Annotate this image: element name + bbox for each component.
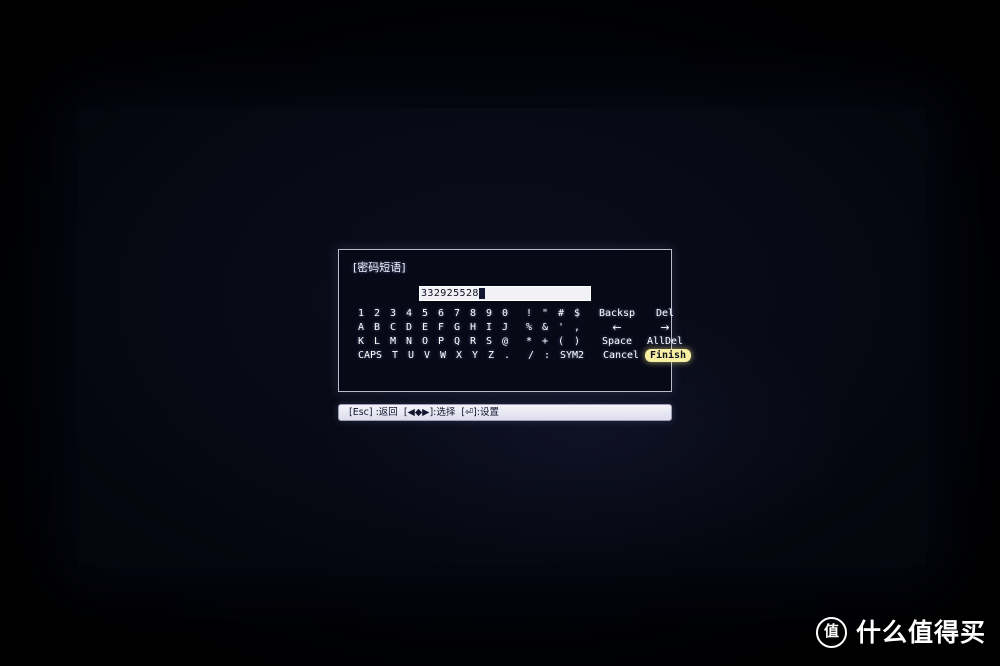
keyboard-row: 1 2 3 4 5 6 7 8 9 0 ! " # $ Backsp Del [353, 307, 674, 320]
key-m[interactable]: M [385, 335, 401, 348]
key-comma[interactable]: , [569, 321, 585, 334]
key-x[interactable]: X [451, 349, 467, 362]
key-dollar[interactable]: $ [569, 307, 585, 320]
passphrase-input[interactable]: 332925528 [419, 286, 591, 301]
key-d[interactable]: D [401, 321, 417, 334]
key-f[interactable]: F [433, 321, 449, 334]
key-1[interactable]: 1 [353, 307, 369, 320]
key-slash[interactable]: / [523, 349, 539, 362]
text-cursor [478, 288, 485, 299]
key-sym2[interactable]: SYM2 [555, 349, 589, 362]
status-bar: [Esc] :返回 [◀◆▶]:选择 [⏎]:设置 [338, 404, 672, 421]
key-9[interactable]: 9 [481, 307, 497, 320]
key-plus[interactable]: + [537, 335, 553, 348]
key-n[interactable]: N [401, 335, 417, 348]
key-q[interactable]: Q [449, 335, 465, 348]
key-paren-open[interactable]: ( [553, 335, 569, 348]
key-t[interactable]: T [387, 349, 403, 362]
key-exclamation[interactable]: ! [521, 307, 537, 320]
key-apostrophe[interactable]: ' [553, 321, 569, 334]
key-j[interactable]: J [497, 321, 513, 334]
key-i[interactable]: I [481, 321, 497, 334]
key-z[interactable]: Z [483, 349, 499, 362]
status-bar-text: [Esc] :返回 [◀◆▶]:选择 [⏎]:设置 [349, 407, 499, 418]
key-k[interactable]: K [353, 335, 369, 348]
key-p[interactable]: P [433, 335, 449, 348]
key-7[interactable]: 7 [449, 307, 465, 320]
key-ampersand[interactable]: & [537, 321, 553, 334]
key-period[interactable]: . [499, 349, 515, 362]
key-caps[interactable]: CAPS [353, 349, 387, 362]
keyboard-row: A B C D E F G H I J % & ' , ← → [353, 321, 670, 334]
key-doublequote[interactable]: " [537, 307, 553, 320]
key-colon[interactable]: : [539, 349, 555, 362]
key-percent[interactable]: % [521, 321, 537, 334]
key-arrow-left[interactable]: ← [593, 321, 641, 334]
finish-button[interactable]: Finish [645, 349, 691, 362]
key-e[interactable]: E [417, 321, 433, 334]
key-0[interactable]: 0 [497, 307, 513, 320]
key-y[interactable]: Y [467, 349, 483, 362]
keyboard-row: K L M N O P Q R S @ * + ( ) Space AllDel [353, 335, 683, 348]
key-s[interactable]: S [481, 335, 497, 348]
key-arrow-right[interactable]: → [641, 321, 689, 334]
keyboard-row: CAPS T U V W X Y Z . / : SYM2 Cancel Fin… [353, 349, 691, 362]
key-l[interactable]: L [369, 335, 385, 348]
watermark-text: 什么值得买 [855, 617, 986, 647]
passphrase-dialog: [密码短语] 332925528 1 2 3 4 5 6 7 8 9 0 ! "… [338, 249, 691, 392]
dialog-title: [密码短语] [353, 261, 406, 274]
key-w[interactable]: W [435, 349, 451, 362]
key-5[interactable]: 5 [417, 307, 433, 320]
key-b[interactable]: B [369, 321, 385, 334]
key-space[interactable]: Space [593, 335, 641, 348]
key-at[interactable]: @ [497, 335, 513, 348]
key-g[interactable]: G [449, 321, 465, 334]
key-4[interactable]: 4 [401, 307, 417, 320]
key-alldel[interactable]: AllDel [641, 335, 689, 348]
key-u[interactable]: U [403, 349, 419, 362]
key-asterisk[interactable]: * [521, 335, 537, 348]
key-paren-close[interactable]: ) [569, 335, 585, 348]
key-2[interactable]: 2 [369, 307, 385, 320]
key-6[interactable]: 6 [433, 307, 449, 320]
passphrase-input-value: 332925528 [421, 288, 479, 299]
cancel-button[interactable]: Cancel [597, 349, 645, 362]
key-r[interactable]: R [465, 335, 481, 348]
key-c[interactable]: C [385, 321, 401, 334]
key-backspace[interactable]: Backsp [593, 307, 641, 320]
watermark: 值 什么值得买 [815, 617, 986, 648]
key-hash[interactable]: # [553, 307, 569, 320]
key-h[interactable]: H [465, 321, 481, 334]
key-3[interactable]: 3 [385, 307, 401, 320]
onscreen-keyboard[interactable]: 1 2 3 4 5 6 7 8 9 0 ! " # $ Backsp Del A… [353, 307, 691, 363]
key-o[interactable]: O [417, 335, 433, 348]
key-delete[interactable]: Del [641, 307, 689, 320]
key-8[interactable]: 8 [465, 307, 481, 320]
watermark-logo-icon: 值 [815, 617, 847, 648]
key-a[interactable]: A [353, 321, 369, 334]
photograph-frame: [密码短语] 332925528 1 2 3 4 5 6 7 8 9 0 ! "… [0, 0, 1000, 666]
key-v[interactable]: V [419, 349, 435, 362]
